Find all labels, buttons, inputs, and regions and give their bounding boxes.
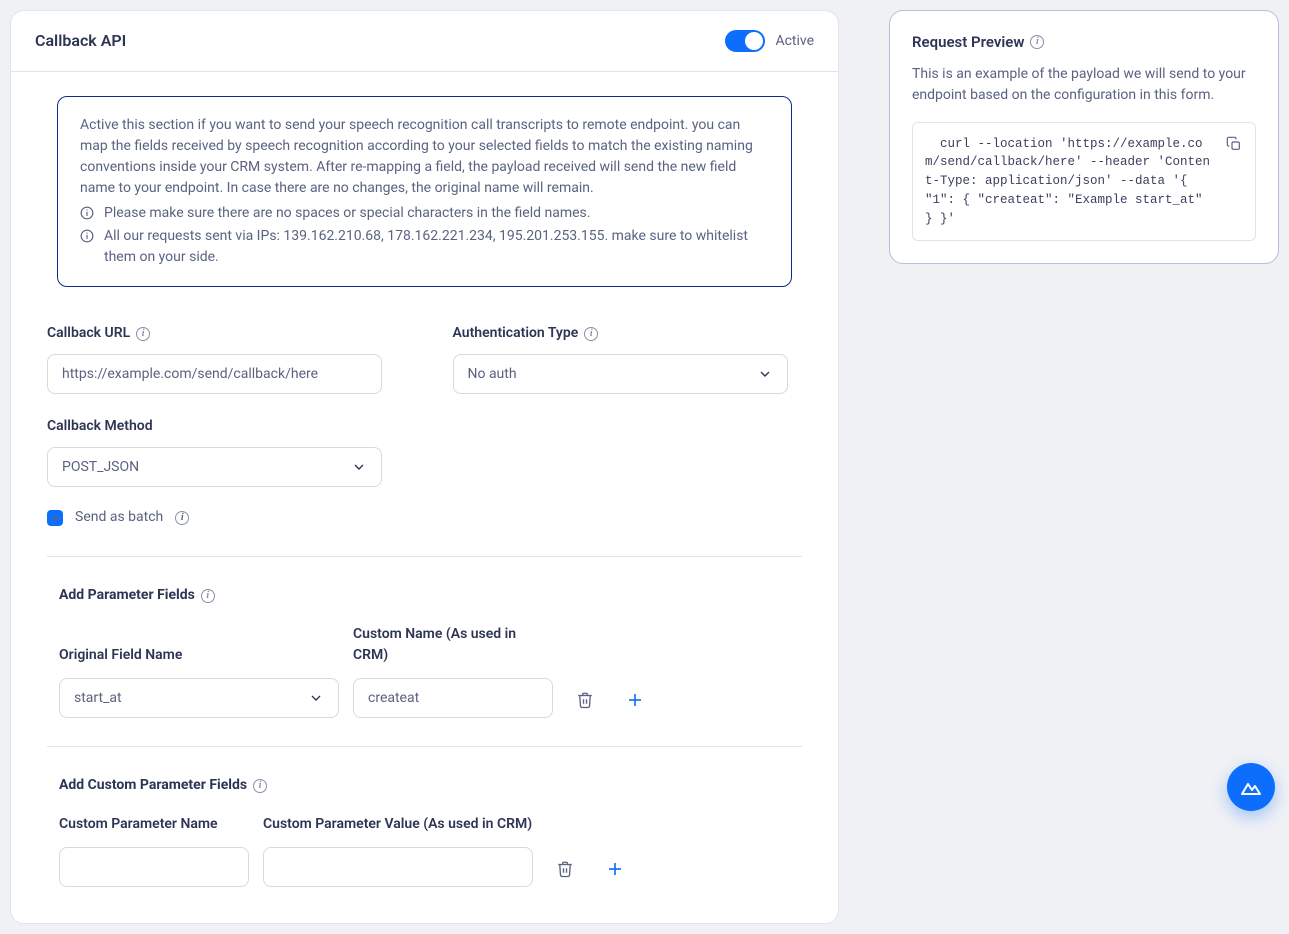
- callback-url-input[interactable]: [47, 354, 382, 394]
- info-note-2: All our requests sent via IPs: 139.162.2…: [80, 226, 769, 268]
- divider: [47, 746, 802, 747]
- auth-type-select[interactable]: No auth: [453, 354, 788, 394]
- divider: [47, 556, 802, 557]
- original-field-col: Original Field Name start_at: [59, 645, 339, 718]
- card-body: Active this section if you want to send …: [11, 72, 838, 923]
- help-fab[interactable]: [1227, 763, 1275, 811]
- active-toggle-knob: [745, 32, 763, 50]
- copy-button[interactable]: [1223, 133, 1245, 155]
- custom-param-value-label: Custom Parameter Value (As used in CRM): [263, 814, 533, 835]
- custom-param-row: Custom Parameter Name Custom Parameter V…: [59, 814, 802, 887]
- info-box: Active this section if you want to send …: [57, 96, 792, 287]
- param-section: Add Parameter Fields i Original Field Na…: [47, 585, 802, 718]
- custom-param-value-input[interactable]: [263, 847, 533, 887]
- info-note-2-text: All our requests sent via IPs: 139.162.2…: [104, 226, 769, 268]
- help-icon[interactable]: i: [1030, 35, 1044, 49]
- info-note-1: Please make sure there are no spaces or …: [80, 203, 769, 224]
- trash-icon: [576, 691, 594, 709]
- info-icon: [80, 206, 94, 220]
- check-icon: [50, 513, 60, 523]
- info-icon: [80, 229, 94, 243]
- auth-type-field: Authentication Type i No auth: [453, 323, 803, 394]
- code-block: curl --location 'https://example.com/sen…: [912, 122, 1256, 242]
- active-toggle-label: Active: [775, 31, 814, 52]
- custom-name-input[interactable]: [353, 678, 553, 718]
- help-icon[interactable]: i: [253, 779, 267, 793]
- callback-method-field: Callback Method POST_JSON: [47, 416, 397, 487]
- delete-row-button[interactable]: [567, 682, 603, 718]
- callback-url-label: Callback URL: [47, 323, 130, 344]
- send-as-batch-row: Send as batch i: [47, 507, 802, 528]
- callback-url-field: Callback URL i: [47, 323, 397, 394]
- info-note-1-text: Please make sure there are no spaces or …: [104, 203, 590, 224]
- custom-param-name-input[interactable]: [59, 847, 249, 887]
- callback-method-value: POST_JSON: [62, 457, 139, 478]
- add-row-button[interactable]: [597, 851, 633, 887]
- help-icon[interactable]: i: [136, 327, 150, 341]
- original-field-label: Original Field Name: [59, 645, 339, 666]
- chevron-down-icon: [351, 459, 367, 475]
- auth-type-label: Authentication Type: [453, 323, 579, 344]
- custom-name-label: Custom Name (As used in CRM): [353, 624, 553, 666]
- card-title: Callback API: [35, 29, 126, 53]
- callback-method-select[interactable]: POST_JSON: [47, 447, 382, 487]
- custom-param-value-col: Custom Parameter Value (As used in CRM): [263, 814, 533, 887]
- callback-method-label: Callback Method: [47, 416, 153, 437]
- add-row-button[interactable]: [617, 682, 653, 718]
- form-grid: Callback URL i Authentication Type i No …: [47, 323, 802, 487]
- mountains-icon: [1239, 775, 1263, 799]
- original-field-select[interactable]: start_at: [59, 678, 339, 718]
- info-paragraph: Active this section if you want to send …: [80, 115, 769, 199]
- active-toggle[interactable]: [725, 30, 765, 52]
- card-header: Callback API Active: [11, 11, 838, 72]
- help-icon[interactable]: i: [201, 589, 215, 603]
- custom-name-col: Custom Name (As used in CRM): [353, 624, 553, 718]
- chevron-down-icon: [757, 366, 773, 382]
- original-field-value: start_at: [74, 688, 122, 709]
- send-as-batch-checkbox[interactable]: [47, 510, 63, 526]
- custom-param-section: Add Custom Parameter Fields i Custom Par…: [47, 775, 802, 887]
- delete-row-button[interactable]: [547, 851, 583, 887]
- copy-icon: [1226, 136, 1242, 152]
- trash-icon: [556, 860, 574, 878]
- param-row: Original Field Name start_at Custom Name…: [59, 624, 802, 718]
- send-as-batch-label: Send as batch: [75, 507, 163, 528]
- active-toggle-wrap: Active: [725, 30, 814, 52]
- request-preview-card: Request Preview i This is an example of …: [889, 10, 1279, 264]
- help-icon[interactable]: i: [584, 327, 598, 341]
- preview-title: Request Preview: [912, 31, 1024, 54]
- param-section-title: Add Parameter Fields: [59, 585, 195, 606]
- preview-code: curl --location 'https://example.com/sen…: [925, 135, 1215, 229]
- chevron-down-icon: [308, 690, 324, 706]
- custom-param-name-col: Custom Parameter Name: [59, 814, 249, 887]
- plus-icon: [606, 860, 624, 878]
- auth-type-value: No auth: [468, 364, 517, 385]
- preview-description: This is an example of the payload we wil…: [912, 64, 1256, 106]
- callback-api-card: Callback API Active Active this section …: [10, 10, 839, 924]
- custom-param-name-label: Custom Parameter Name: [59, 814, 249, 835]
- plus-icon: [626, 691, 644, 709]
- help-icon[interactable]: i: [175, 511, 189, 525]
- custom-section-title: Add Custom Parameter Fields: [59, 775, 247, 796]
